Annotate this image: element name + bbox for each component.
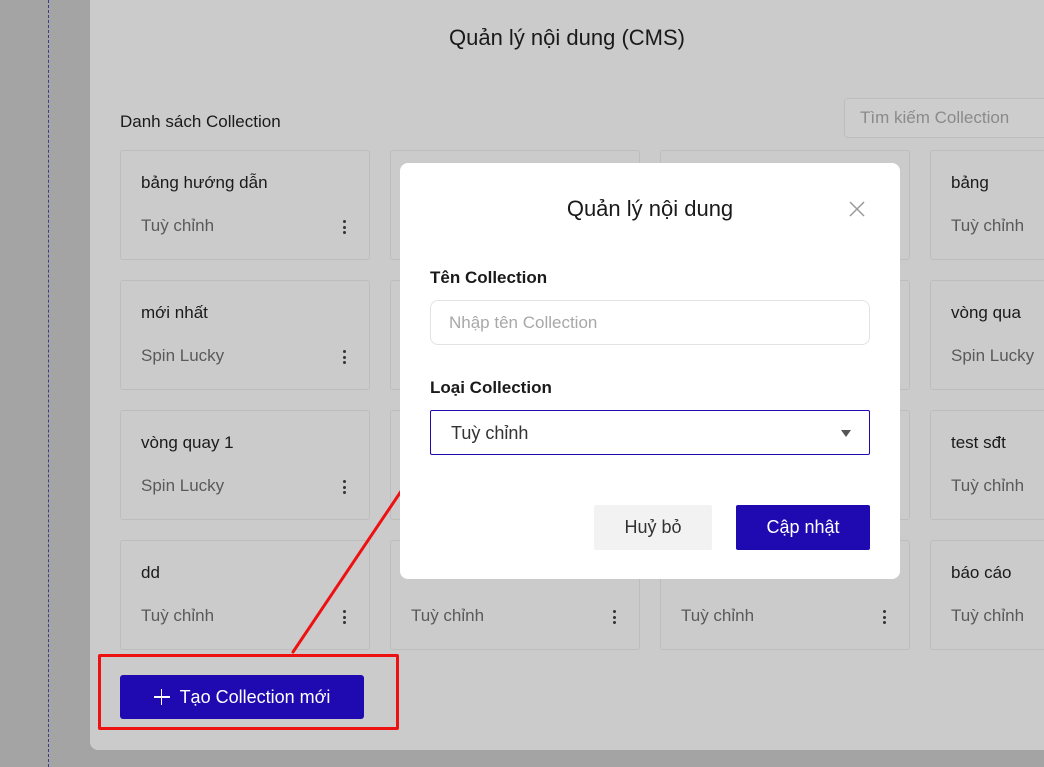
collection-name-label: Tên Collection: [430, 268, 548, 287]
guide-line: [48, 0, 49, 767]
collection-name-input[interactable]: [430, 300, 870, 345]
collection-card[interactable]: test sđt Tuỳ chỉnh: [930, 410, 1044, 520]
card-type: Tuỳ chỉnh: [141, 216, 215, 235]
collection-modal: Quản lý nội dung Tên Collection Loại Col…: [400, 163, 900, 579]
more-vertical-icon[interactable]: [339, 218, 349, 236]
more-vertical-icon[interactable]: [339, 478, 349, 496]
more-vertical-icon[interactable]: [339, 348, 349, 366]
card-name: test sđt: [951, 433, 1006, 452]
card-type: Tuỳ chỉnh: [411, 606, 485, 625]
card-type: Tuỳ chỉnh: [681, 606, 755, 625]
collection-type-select[interactable]: Tuỳ chỉnh: [430, 410, 870, 455]
update-button[interactable]: Cập nhật: [736, 505, 870, 550]
more-vertical-icon[interactable]: [879, 608, 889, 626]
collection-card[interactable]: dd Tuỳ chỉnh: [120, 540, 370, 650]
card-name: vòng quay 1: [141, 433, 234, 452]
card-type: Tuỳ chỉnh: [951, 606, 1025, 625]
collection-card[interactable]: vòng qua Spin Lucky: [930, 280, 1044, 390]
search-input[interactable]: [844, 98, 1044, 138]
create-collection-label: Tạo Collection mới: [179, 686, 331, 707]
collection-card[interactable]: vòng quay 1 Spin Lucky: [120, 410, 370, 520]
collection-list-title: Danh sách Collection: [120, 112, 281, 131]
card-name: vòng qua: [951, 303, 1021, 322]
card-name: dd: [141, 563, 160, 582]
card-name: bảng hướng dẫn: [141, 173, 268, 192]
collection-card[interactable]: báo cáo Tuỳ chỉnh: [930, 540, 1044, 650]
card-name: báo cáo: [951, 563, 1012, 582]
left-sidebar-strip: [0, 0, 90, 767]
collection-card[interactable]: mới nhất Spin Lucky: [120, 280, 370, 390]
card-type: Spin Lucky: [141, 476, 225, 495]
caret-down-icon: [841, 430, 851, 437]
close-icon[interactable]: [848, 200, 866, 218]
more-vertical-icon[interactable]: [339, 608, 349, 626]
card-type: Spin Lucky: [951, 346, 1035, 365]
card-type: Spin Lucky: [141, 346, 225, 365]
card-name: mới nhất: [141, 303, 208, 322]
more-vertical-icon[interactable]: [609, 608, 619, 626]
plus-icon: [153, 689, 170, 705]
card-name: bảng: [951, 173, 989, 192]
collection-card[interactable]: bảng hướng dẫn Tuỳ chỉnh: [120, 150, 370, 260]
card-type: Tuỳ chỉnh: [951, 216, 1025, 235]
modal-title: Quản lý nội dung: [566, 196, 734, 221]
create-collection-button[interactable]: Tạo Collection mới: [120, 675, 364, 719]
cancel-button[interactable]: Huỷ bỏ: [594, 505, 712, 550]
collection-type-label: Loại Collection: [430, 378, 552, 397]
page-title: Quản lý nội dung (CMS): [449, 25, 685, 50]
collection-card[interactable]: bảng Tuỳ chỉnh: [930, 150, 1044, 260]
collection-type-value: Tuỳ chỉnh: [451, 423, 529, 443]
card-type: Tuỳ chỉnh: [951, 476, 1025, 495]
card-type: Tuỳ chỉnh: [141, 606, 215, 625]
